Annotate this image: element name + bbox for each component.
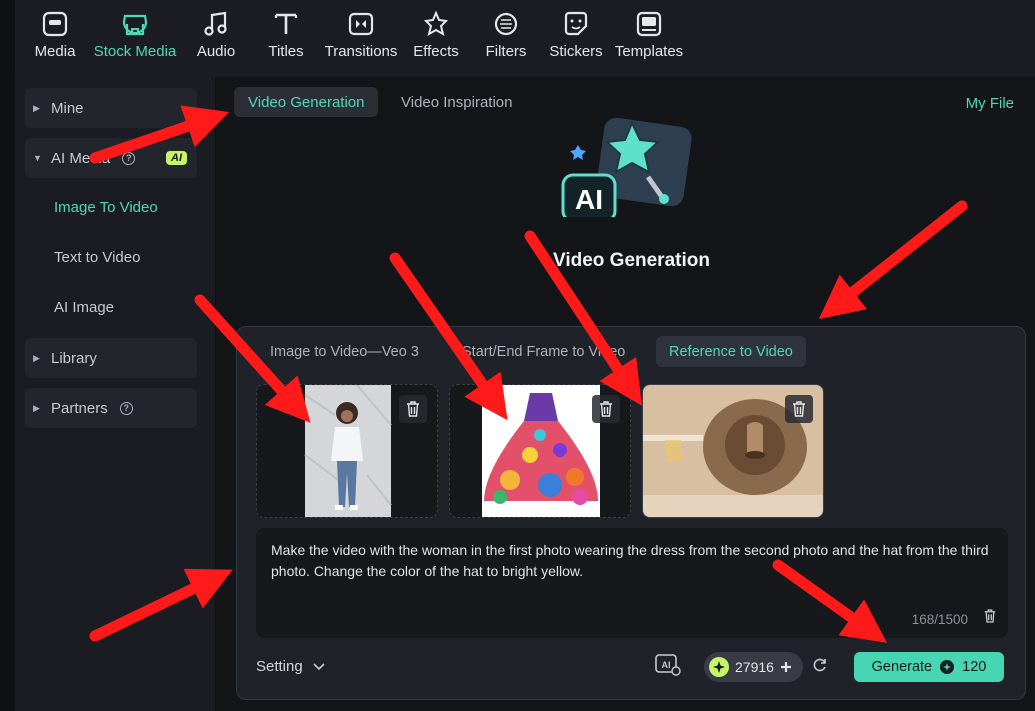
sidebar-item-image-to-video[interactable]: Image To Video [54,199,158,216]
credit-coin-icon [709,657,729,677]
tab-reference-to-video[interactable]: Reference to Video [656,336,806,367]
ai-badge: AI [166,151,187,165]
sidebar-item-ai-image[interactable]: AI Image [54,299,114,316]
refresh-icon [813,658,826,672]
filter-icon [494,12,518,36]
trash-icon [407,401,419,417]
caret-down-icon: ▼ [33,153,42,163]
reference-image-woman[interactable] [256,384,438,518]
my-file-link[interactable]: My File [966,95,1014,112]
hero-title: Video Generation [553,250,710,271]
tab-image-to-video-veo3[interactable]: Image to Video—Veo 3 [257,336,432,367]
toolbar-stock-media[interactable]: Stock Media [90,10,180,60]
sidebar-group-partners[interactable]: ▶ Partners ? [25,388,197,428]
template-icon [636,11,662,37]
sidebar-group-ai-media[interactable]: ▼ AI Media ? AI [25,138,197,178]
ai-assist-icon: AI [655,654,681,676]
toolbar-media[interactable]: Media [10,10,100,60]
setting-dropdown[interactable]: Setting [256,658,325,675]
main-area: Video Generation Video Inspiration My Fi… [216,77,1035,711]
caret-right-icon: ▶ [33,402,40,413]
sidebar-group-mine[interactable]: ▶ Mine [25,88,197,128]
chevron-down-icon [313,662,325,670]
credits-badge[interactable]: 27916 [704,652,803,682]
media-icon [42,11,68,37]
reference-image-hat[interactable] [642,384,824,518]
character-counter: 168/1500 [911,612,968,627]
toolbar-templates[interactable]: Templates [604,10,694,60]
tab-video-inspiration[interactable]: Video Inspiration [387,87,526,117]
trash-icon [984,609,996,623]
video-generation-logo: AI [561,117,692,217]
trash-icon [600,401,612,417]
sidebar-item-text-to-video[interactable]: Text to Video [54,249,140,266]
prompt-textarea[interactable]: Make the video with the woman in the fir… [256,528,1008,638]
delete-image-button[interactable] [592,395,620,423]
transition-icon [348,12,374,36]
logo-ai-text: AI [575,184,603,215]
top-toolbar: Media Stock Media Audio Titles Transitio… [15,0,1035,77]
sticker-icon [564,11,588,36]
credits-count: 27916 [735,659,774,675]
caret-right-icon: ▶ [33,102,40,113]
generate-button[interactable]: Generate 120 [854,652,1004,682]
ai-prompt-assist-button[interactable]: AI [655,654,681,681]
clear-prompt-button[interactable] [984,608,996,629]
delete-image-button[interactable] [785,395,813,423]
prompt-text[interactable]: Make the video with the woman in the fir… [271,542,989,579]
sidebar: ▶ Mine ▼ AI Media ? AI Image To Video Te… [15,77,215,711]
music-note-icon [204,11,227,36]
generation-panel: Image to Video—Veo 3 Start/End Frame to … [236,326,1026,700]
sidebar-group-library[interactable]: ▶ Library [25,338,197,378]
text-t-icon [274,13,298,34]
help-icon[interactable]: ? [122,151,136,165]
delete-image-button[interactable] [399,395,427,423]
plus-icon[interactable] [780,661,792,673]
credit-coin-icon [940,660,955,674]
sparkle-icon [423,10,449,37]
svg-text:AI: AI [662,660,671,670]
tab-video-generation[interactable]: Video Generation [234,87,379,117]
store-icon [122,14,148,36]
tab-start-end-frame[interactable]: Start/End Frame to Video [449,336,638,367]
refresh-button[interactable] [812,657,828,678]
caret-right-icon: ▶ [33,352,40,363]
reference-image-dress[interactable] [449,384,631,518]
trash-icon [793,401,805,417]
help-icon[interactable]: ? [119,401,133,415]
